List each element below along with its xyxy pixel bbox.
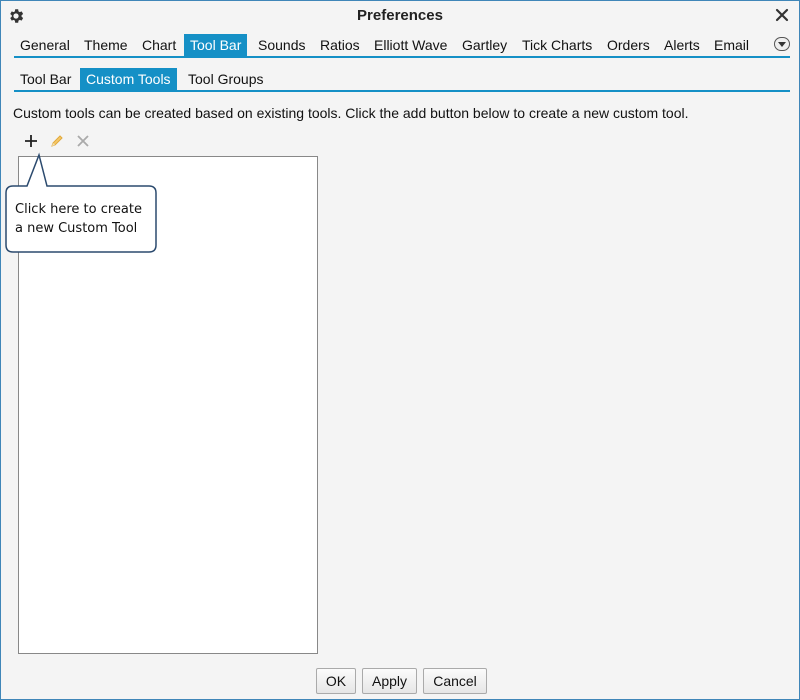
preferences-dialog: Preferences General Theme Chart Tool Bar… — [0, 0, 800, 700]
callout-line-2: a new Custom Tool — [15, 221, 138, 236]
main-tab-bar: General Theme Chart Tool Bar Sounds Rati… — [14, 34, 790, 58]
description-text: Custom tools can be created based on exi… — [13, 105, 689, 121]
tab-sounds[interactable]: Sounds — [252, 34, 311, 56]
subtab-custom-tools[interactable]: Custom Tools — [80, 68, 177, 90]
tab-general[interactable]: General — [14, 34, 76, 56]
subtab-tool-groups[interactable]: Tool Groups — [182, 68, 269, 90]
tab-alerts[interactable]: Alerts — [658, 34, 706, 56]
tab-orders[interactable]: Orders — [601, 34, 656, 56]
dialog-title: Preferences — [357, 7, 443, 24]
tab-email[interactable]: Email — [708, 34, 755, 56]
tab-tick-charts[interactable]: Tick Charts — [516, 34, 598, 56]
ok-button[interactable]: OK — [316, 668, 356, 694]
callout-line-1: Click here to create — [15, 202, 142, 217]
callout-text: Click here to create a new Custom Tool — [15, 200, 165, 238]
tab-ratios[interactable]: Ratios — [314, 34, 366, 56]
tab-theme[interactable]: Theme — [78, 34, 134, 56]
cancel-button[interactable]: Cancel — [423, 668, 487, 694]
tab-tool-bar[interactable]: Tool Bar — [184, 34, 248, 56]
tab-elliott-wave[interactable]: Elliott Wave — [368, 34, 453, 56]
plus-icon[interactable] — [22, 132, 40, 150]
more-tabs-dropdown-icon[interactable] — [774, 37, 790, 51]
title-bar: Preferences — [1, 1, 799, 31]
close-icon[interactable] — [775, 8, 789, 22]
apply-button[interactable]: Apply — [362, 668, 417, 694]
sub-tab-bar: Tool Bar Custom Tools Tool Groups — [14, 68, 790, 92]
subtab-tool-bar[interactable]: Tool Bar — [14, 68, 77, 90]
pencil-icon[interactable] — [48, 132, 66, 150]
tab-chart[interactable]: Chart — [136, 34, 182, 56]
x-icon[interactable] — [74, 132, 92, 150]
tab-gartley[interactable]: Gartley — [456, 34, 513, 56]
